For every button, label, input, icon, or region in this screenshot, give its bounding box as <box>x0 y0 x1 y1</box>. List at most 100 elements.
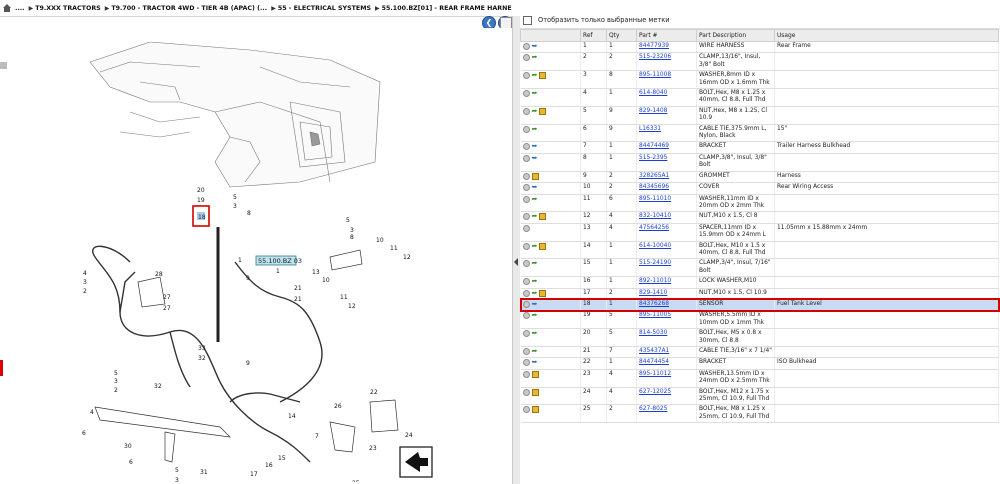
package-icon[interactable] <box>531 406 539 414</box>
table-row[interactable]: ➦ 15 1 515-24190 CLAMP,3/4", Insul, 7/16" Bo… <box>520 258 999 278</box>
view-icon[interactable] <box>522 107 530 115</box>
breadcrumb-item[interactable]: 55.100.BZ[01] - REAR FRAME HARNESS M... <box>382 5 512 12</box>
table-row[interactable]: ➦ 2 2 515-23206 CLAMP,13/16", Insul, 3/8" Bo… <box>520 52 999 72</box>
package-icon[interactable] <box>539 213 547 221</box>
part-number-link[interactable]: 895-11008 <box>636 70 697 90</box>
view-icon[interactable] <box>522 359 530 367</box>
table-row[interactable]: 23 4 895-11012 WASHER,13.5mm ID x 24mm OD x… <box>520 369 999 388</box>
table-row[interactable]: ➦ 19 5 895-11005 WASHER,5.5mm ID x 10mm OD x… <box>520 310 999 330</box>
view-icon[interactable] <box>522 143 530 151</box>
add-to-cart-icon[interactable]: ➦ <box>532 242 538 250</box>
part-number-link[interactable]: 84477939 <box>636 41 697 54</box>
column-header[interactable]: Part # <box>636 29 697 42</box>
part-number-link[interactable]: 515-2395 <box>636 153 697 172</box>
go-to-icon[interactable]: ➥ <box>532 43 538 50</box>
part-number-link[interactable]: 895-11010 <box>636 194 697 213</box>
column-header[interactable]: Usage <box>774 29 999 42</box>
part-number-link[interactable]: 892-11010 <box>636 276 697 289</box>
view-icon[interactable] <box>522 348 530 355</box>
view-icon[interactable] <box>522 312 530 320</box>
package-icon[interactable] <box>539 289 547 297</box>
column-header[interactable]: Ref <box>580 29 607 42</box>
breadcrumb-item[interactable]: .... <box>15 5 25 12</box>
part-number-link[interactable]: 829-1408 <box>636 106 697 125</box>
part-number-link[interactable]: 84376268 <box>636 299 697 312</box>
add-to-cart-icon[interactable]: ➦ <box>532 348 538 355</box>
table-row[interactable]: ➦ 4 1 614-8040 BOLT,Hex, M8 x 1.25 x 40mm, C… <box>520 88 999 107</box>
view-icon[interactable] <box>522 289 530 297</box>
view-icon[interactable] <box>522 195 530 203</box>
package-icon[interactable] <box>531 172 539 180</box>
column-header[interactable]: Part Description <box>696 29 775 42</box>
part-number-link[interactable]: 515-24190 <box>636 258 697 278</box>
view-icon[interactable] <box>522 172 530 180</box>
add-to-cart-icon[interactable]: ➦ <box>532 330 538 337</box>
table-row[interactable]: ➦ 16 1 892-11010 LOCK WASHER,M10 <box>520 276 999 289</box>
part-number-link[interactable]: L16331 <box>636 124 697 143</box>
view-icon[interactable] <box>522 184 530 192</box>
add-to-cart-icon[interactable]: ➦ <box>532 312 538 319</box>
add-to-cart-icon[interactable]: ➦ <box>532 72 538 79</box>
column-header[interactable] <box>520 29 581 42</box>
part-number-link[interactable]: 814-5030 <box>636 328 697 347</box>
view-icon[interactable] <box>522 154 530 162</box>
package-icon[interactable] <box>539 107 547 115</box>
part-number-link[interactable]: 84474454 <box>636 357 697 370</box>
part-number-link[interactable]: 435437A1 <box>636 346 697 359</box>
view-icon[interactable] <box>522 370 530 378</box>
part-number-link[interactable]: 829-1410 <box>636 288 697 300</box>
view-icon[interactable] <box>522 90 530 98</box>
part-number-link[interactable]: 895-11012 <box>636 369 697 388</box>
view-icon[interactable] <box>522 43 530 50</box>
add-to-cart-icon[interactable]: ➦ <box>532 125 538 133</box>
go-to-icon[interactable]: ➥ <box>532 154 538 162</box>
column-header[interactable]: Qty <box>606 29 637 42</box>
table-row[interactable]: ➦ 6 9 L16331 CABLE TIE,375.9mm L, Nylon, Bla… <box>520 124 999 143</box>
table-row[interactable]: ➥ 8 1 515-2395 CLAMP,3/8", Insul, 3/8" Bolt <box>520 153 999 172</box>
part-number-link[interactable]: 627-8025 <box>636 404 697 424</box>
go-to-icon[interactable]: ➥ <box>532 184 538 191</box>
table-row[interactable]: ➦ 14 1 614-10040 BOLT,Hex, M10 x 1.5 x 40mm,… <box>520 241 999 260</box>
table-row[interactable]: ➥ 18 1 84376268 SENSOR Fuel Tank Level <box>519 298 1000 312</box>
part-number-link[interactable]: 627-12025 <box>636 387 697 406</box>
view-icon[interactable] <box>522 213 530 221</box>
view-icon[interactable] <box>522 125 530 133</box>
view-icon[interactable] <box>522 300 530 308</box>
view-icon[interactable] <box>522 242 530 250</box>
part-number-link[interactable]: 515-23206 <box>636 52 697 72</box>
view-icon[interactable] <box>522 224 530 232</box>
breadcrumb-item[interactable]: 55 - ELECTRICAL SYSTEMS <box>278 5 371 12</box>
view-icon[interactable] <box>522 406 530 414</box>
view-icon[interactable] <box>522 54 530 62</box>
package-icon[interactable] <box>539 72 547 80</box>
view-icon[interactable] <box>522 388 530 396</box>
breadcrumb-items[interactable]: .... ▶ T9.XXX TRACTORS ▶ T9.700 - TRACTOR 4W… <box>15 5 512 12</box>
add-to-cart-icon[interactable]: ➦ <box>532 107 538 115</box>
breadcrumb-item[interactable]: T9.700 - TRACTOR 4WD - TIER 4B (APAC) (.… <box>111 5 267 12</box>
add-to-cart-icon[interactable]: ➦ <box>532 54 538 61</box>
table-row[interactable]: 9 2 328265A1 GROMMET Harness <box>520 171 999 184</box>
part-number-link[interactable]: 614-10040 <box>636 241 697 260</box>
filter-checkbox[interactable] <box>523 15 532 25</box>
part-number-link[interactable]: 47564256 <box>636 223 697 242</box>
table-row[interactable]: 13 4 47564256 SPACER,11mm ID x 15.9mm OD x … <box>520 223 999 242</box>
view-icon[interactable] <box>522 72 530 80</box>
go-to-icon[interactable]: ➥ <box>532 359 538 366</box>
table-row[interactable]: 24 4 627-12025 BOLT,Hex, M12 x 1.75 x 25mm,… <box>520 387 999 406</box>
package-icon[interactable] <box>531 388 539 396</box>
go-to-icon[interactable]: ➥ <box>532 300 538 308</box>
add-to-cart-icon[interactable]: ➦ <box>532 278 538 285</box>
add-to-cart-icon[interactable]: ➦ <box>532 289 538 297</box>
go-to-icon[interactable]: ➥ <box>532 143 538 150</box>
add-to-cart-icon[interactable]: ➦ <box>532 213 538 220</box>
add-to-cart-icon[interactable]: ➦ <box>532 195 538 203</box>
package-icon[interactable] <box>531 370 539 378</box>
table-row[interactable]: ➥ 1 1 84477939 WIRE HARNESS Rear Frame <box>520 41 999 54</box>
part-number-link[interactable]: 84474469 <box>636 141 697 154</box>
view-icon[interactable] <box>522 278 530 286</box>
table-row[interactable]: ➦ 17 2 829-1410 NUT,M10 x 1.5, Cl 10.9 <box>520 288 999 300</box>
home-icon[interactable] <box>2 3 12 13</box>
table-row[interactable]: ➦ 12 4 832-10410 NUT,M10 x 1.5, Cl 8 <box>520 211 999 224</box>
part-number-link[interactable]: 84345696 <box>636 182 697 195</box>
add-to-cart-icon[interactable]: ➦ <box>532 260 538 267</box>
